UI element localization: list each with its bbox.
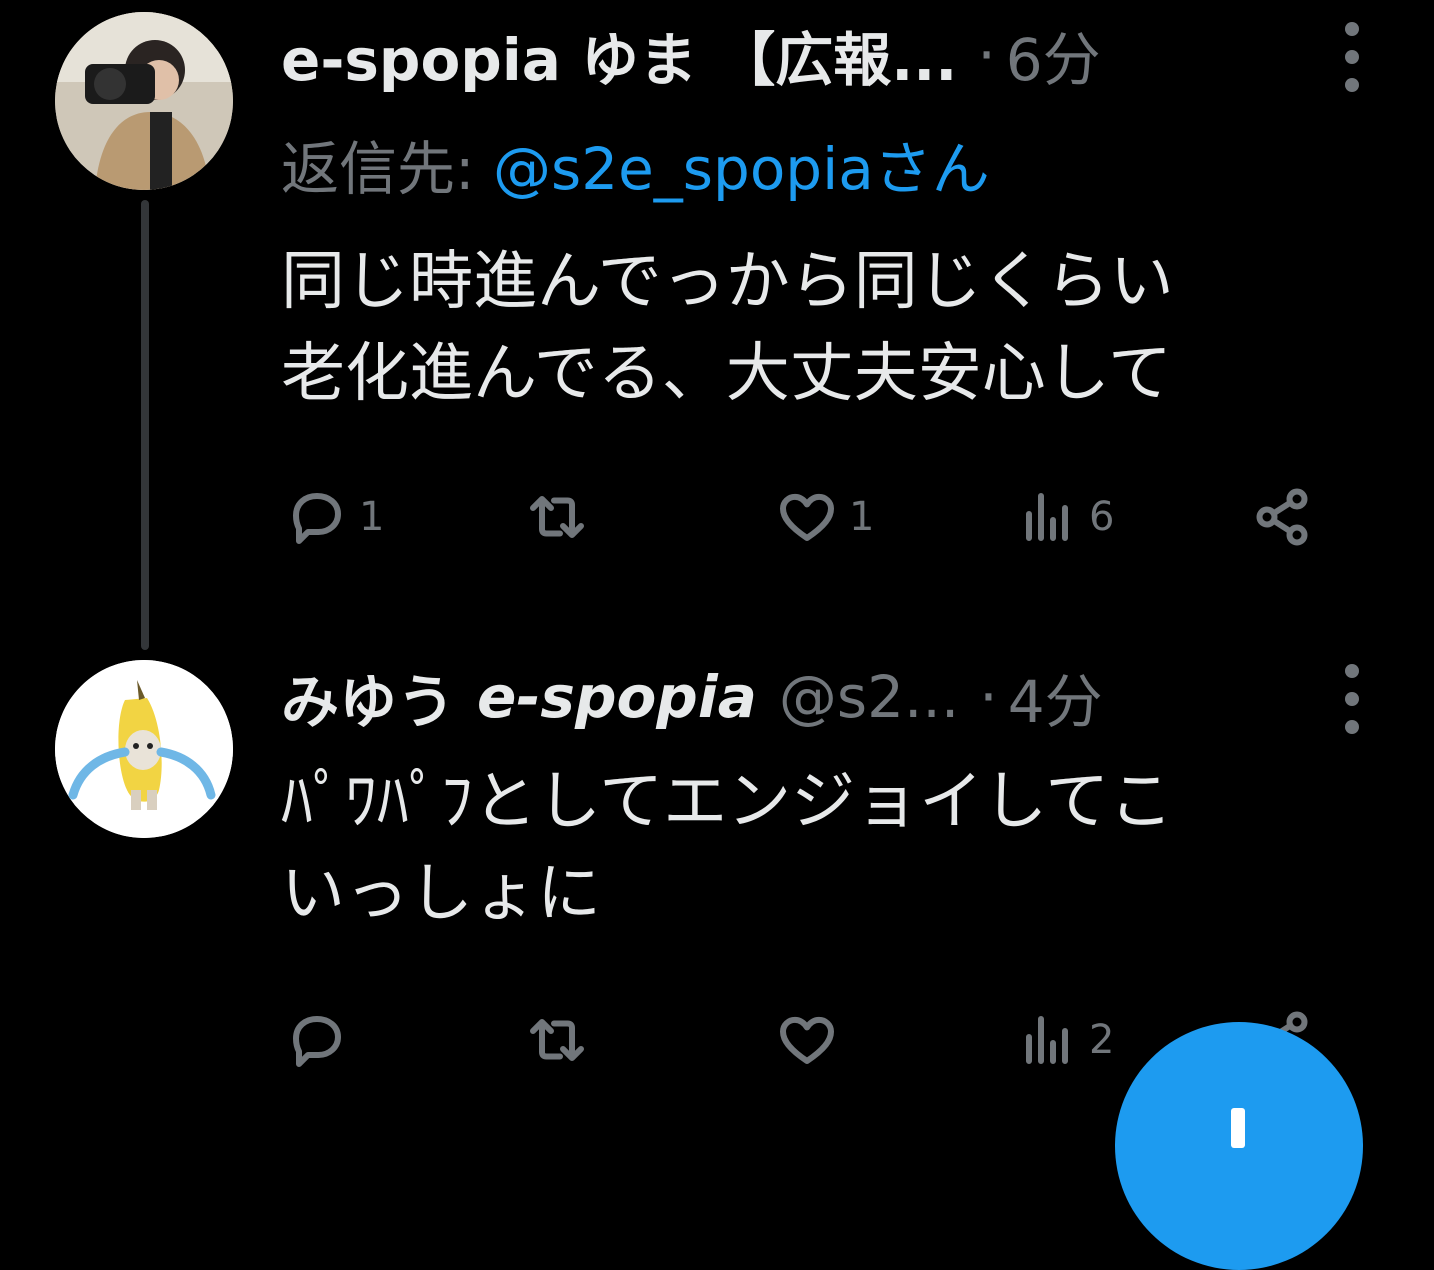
tweet2-text: ﾊﾟﾜﾊﾟﾌとしてエンジョイしてこ いっしょに [281, 756, 1381, 940]
reply-icon [293, 1016, 341, 1067]
tweet1-author-name[interactable]: e-spopia ゆま 【広報... [281, 13, 957, 97]
views-count: 2 [1089, 1017, 1115, 1063]
tweet2-author-name-jp[interactable]: みゆう [281, 655, 455, 739]
tweet1-timestamp[interactable]: 6分 [1006, 13, 1101, 97]
reply-button[interactable]: 1 [281, 482, 384, 552]
tweet2-timestamp[interactable]: 4分 [1008, 655, 1103, 739]
reply-to-label: 返信先: [281, 135, 475, 203]
tweet1-text: 同じ時進んでっから同じくらい 老化進んでる、大丈夫安心して [281, 236, 1381, 420]
reply-to-mention-link[interactable]: @s2e_spopiaさん [493, 135, 990, 203]
views-icon [1026, 1016, 1068, 1064]
views-button[interactable]: 2 [1011, 1005, 1114, 1075]
avatar-yuma[interactable] [55, 12, 233, 190]
tweet1-reply-to: 返信先: @s2e_spopiaさん [281, 122, 990, 206]
more-icon[interactable] [1340, 22, 1364, 92]
tweet2-handle[interactable]: @s2... [779, 663, 959, 731]
tweet2-text-line2: いっしょに [281, 857, 601, 931]
tweet1-header: e-spopia ゆま 【広報... · 6分 [281, 10, 1101, 100]
retweet-button[interactable] [521, 1005, 599, 1075]
like-icon [780, 493, 834, 541]
views-button[interactable]: 6 [1011, 482, 1114, 552]
share-button[interactable] [1246, 482, 1318, 552]
reply-button[interactable] [281, 1005, 359, 1075]
like-icon [780, 1016, 834, 1064]
avatar-photo-image [55, 12, 233, 190]
views-count: 6 [1089, 494, 1115, 540]
compose-icon [1231, 1108, 1245, 1148]
like-count: 1 [849, 494, 875, 540]
retweet-icon [530, 1019, 584, 1061]
like-button[interactable] [771, 1005, 849, 1075]
tweet2-text-line1: ﾊﾟﾜﾊﾟﾌとしてエンジョイしてこ [281, 765, 1174, 839]
like-button[interactable]: 1 [771, 482, 874, 552]
avatar-miyu[interactable] [55, 660, 233, 838]
views-icon [1026, 493, 1068, 541]
compose-button[interactable] [1115, 1022, 1363, 1270]
tweet1-text-line1: 同じ時進んでっから同じくらい [281, 245, 1174, 319]
banana-cat-avatar-image [55, 660, 233, 838]
tweet2-header: みゆう e-spopia @s2... · 4分 [281, 652, 1103, 742]
tweet2-author-name-en[interactable]: e-spopia [477, 663, 757, 731]
share-icon [1256, 488, 1308, 546]
reply-icon [293, 493, 341, 544]
thread-connector-line [141, 200, 149, 650]
reply-count: 1 [359, 494, 385, 540]
more-icon[interactable] [1340, 664, 1364, 734]
tweet1-text-line2: 老化進んでる、大丈夫安心して [281, 337, 1172, 411]
tweet1-action-bar: 1 1 6 [281, 482, 1341, 552]
retweet-icon [530, 496, 584, 538]
tweet1-separator: · [977, 21, 996, 89]
retweet-button[interactable] [521, 482, 599, 552]
tweet2-separator: · [979, 663, 998, 731]
